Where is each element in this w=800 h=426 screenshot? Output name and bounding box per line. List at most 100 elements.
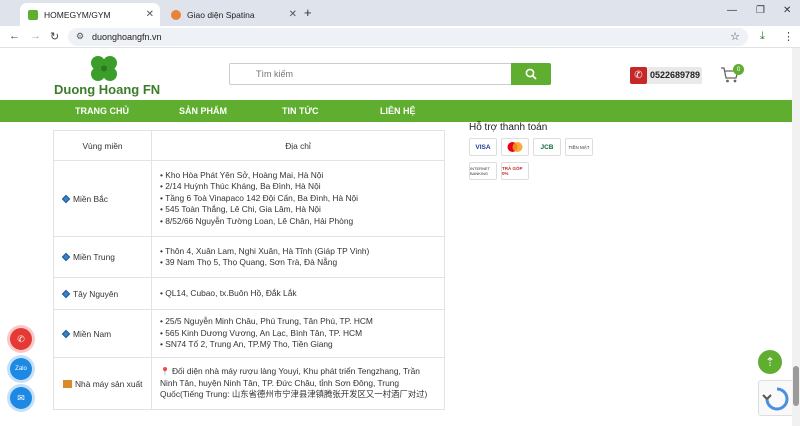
header-address: Địa chỉ xyxy=(151,130,445,161)
bookmark-star-icon[interactable]: ☆ xyxy=(730,30,740,43)
factory-address: Đối diện nhà máy rượu làng Youyi, Khu ph… xyxy=(160,366,428,400)
close-tab-icon[interactable]: ✕ xyxy=(146,9,154,20)
address-line: • 545 Toàn Thắng, Lê Chi, Gia Lâm, Hà Nộ… xyxy=(160,204,321,215)
url-field[interactable]: ⚙ duonghoangfn.vn ☆ xyxy=(68,28,748,46)
zalo-button[interactable]: Zalo xyxy=(10,358,32,380)
table-row: Tây Nguyên • QL14, Cubao, tx.Buôn Hồ, Đắ… xyxy=(53,277,445,310)
browser-tab-bar: HOMEGYM/GYM ✕ Giao diện Spatina ✕ + — ❐ … xyxy=(0,0,800,26)
site-info-icon[interactable]: ⚙ xyxy=(76,31,84,42)
table-row: Nhà máy sản xuất 📍 Đối diện nhà máy rượu … xyxy=(53,357,445,410)
address-line: • 8/52/66 Nguyễn Tường Loan, Lê Chân, Hả… xyxy=(160,215,354,226)
forward-icon[interactable]: → xyxy=(30,30,41,42)
region-name: Miền Bắc xyxy=(73,193,108,204)
tab-homegym[interactable]: HOMEGYM/GYM ✕ xyxy=(20,3,160,26)
address-cell: • Thôn 4, Xuân Lam, Nghi Xuân, Hà Tĩnh (… xyxy=(151,236,445,278)
call-button[interactable]: ✆ xyxy=(10,328,32,350)
installment-icon: TRẢ GÓP 0% xyxy=(501,162,529,180)
region-name: Miền Trung xyxy=(73,252,115,262)
browser-address-bar: ← → ↻ ⚙ duonghoangfn.vn ☆ ⤓ ⋮ xyxy=(0,26,800,48)
diamond-icon xyxy=(61,194,71,203)
search-button[interactable] xyxy=(511,63,551,85)
cash-icon: TIỀN MẶT xyxy=(565,138,593,156)
scroll-to-top-button[interactable]: ⇡ xyxy=(758,350,782,374)
regions-table: Vùng miền Địa chỉ Miền Bắc • Kho Hòa Phá… xyxy=(53,130,445,410)
search-input[interactable] xyxy=(229,63,512,85)
diamond-icon xyxy=(61,289,71,298)
menu-icon[interactable]: ⋮ xyxy=(783,30,794,43)
header-region: Vùng miền xyxy=(53,130,152,161)
diamond-icon xyxy=(61,329,71,338)
spatina-favicon-icon xyxy=(171,9,181,20)
region-cell: Nhà máy sản xuất xyxy=(53,357,152,410)
tab-spatina[interactable]: Giao diện Spatina ✕ xyxy=(163,3,303,26)
address-cell: • Kho Hòa Phát Yên Sở, Hoàng Mai, Hà Nội… xyxy=(151,160,445,237)
diamond-icon xyxy=(61,252,71,262)
url-text: duonghoangfn.vn xyxy=(92,32,162,42)
table-header-row: Vùng miền Địa chỉ xyxy=(53,130,445,161)
region-cell: Tây Nguyên xyxy=(53,277,152,310)
region-cell: Miền Trung xyxy=(53,236,152,278)
address-cell: • QL14, Cubao, tx.Buôn Hồ, Đắk Lắk xyxy=(151,277,445,310)
hotline-number: 0522689789 xyxy=(650,70,701,80)
address-line: • Tầng 6 Toà Vinapaco 142 Đội Cấn, Ba Đì… xyxy=(160,192,359,203)
minimize-icon[interactable]: — xyxy=(727,5,737,16)
phone-icon: ✆ xyxy=(17,333,25,344)
back-icon[interactable]: ← xyxy=(9,30,20,42)
table-row: Miền Bắc • Kho Hòa Phát Yên Sở, Hoàng Ma… xyxy=(53,160,445,237)
address-line: • 2/14 Huỳnh Thúc Kháng, Ba Đình, Hà Nội xyxy=(160,181,321,192)
maximize-icon[interactable]: ❐ xyxy=(756,5,765,16)
close-window-icon[interactable]: ✕ xyxy=(783,5,791,16)
download-icon[interactable]: ⤓ xyxy=(760,30,765,43)
address-line: • Kho Hòa Phát Yên Sở, Hoàng Mai, Hà Nội xyxy=(160,169,324,180)
factory-icon xyxy=(63,380,72,389)
tab-title: HOMEGYM/GYM xyxy=(44,9,111,20)
address-line: • 565 Kinh Dương Vương, An Lạc, Bình Tân… xyxy=(160,327,363,338)
nav-item-home[interactable]: TRANG CHỦ xyxy=(75,106,129,116)
region-name: Miền Nam xyxy=(73,328,112,339)
visa-icon: VISA xyxy=(469,138,497,156)
payment-support-title: Hỗ trợ thanh toán xyxy=(469,122,548,133)
table-row: Miền Trung • Thôn 4, Xuân Lam, Nghi Xuân… xyxy=(53,236,445,278)
mastercard-icon xyxy=(501,138,529,156)
tab-title: Giao diện Spatina xyxy=(187,9,255,20)
address-line: • Thôn 4, Xuân Lam, Nghi Xuân, Hà Tĩnh (… xyxy=(160,245,370,256)
recaptcha-icon xyxy=(762,387,789,411)
reload-icon[interactable]: ↻ xyxy=(50,30,59,43)
scrollbar-thumb[interactable] xyxy=(793,366,799,406)
main-nav: TRANG CHỦ SẢN PHẨM TIN TỨC LIÊN HỆ xyxy=(0,100,800,122)
close-tab-icon[interactable]: ✕ xyxy=(289,9,297,20)
clover-logo-icon[interactable] xyxy=(88,54,120,84)
messenger-icon: ✉ xyxy=(17,392,25,403)
address-cell: 📍 Đối diện nhà máy rượu làng Youyi, Khu p… xyxy=(151,357,445,410)
region-cell: Miền Nam xyxy=(53,309,152,358)
site-header: Duong Hoang FN ✆ 0522689789 0 xyxy=(0,48,800,100)
logo-text[interactable]: Duong Hoang FN xyxy=(54,82,160,97)
search-icon xyxy=(525,68,537,80)
arrow-up-icon: ⇡ xyxy=(764,355,776,369)
recaptcha-badge[interactable] xyxy=(758,380,794,416)
table-row: Miền Nam • 25/5 Nguyễn Minh Châu, Phú Tr… xyxy=(53,309,445,358)
address-line: 📍 Đối diện nhà máy rượu làng Youyi, Khu p… xyxy=(160,366,436,401)
pin-icon: 📍 xyxy=(160,367,170,377)
jcb-icon: JCB xyxy=(533,138,561,156)
internet-banking-icon: INTERNET BANKING xyxy=(469,162,497,180)
address-cell: • 25/5 Nguyễn Minh Châu, Phú Trung, Tân … xyxy=(151,309,445,358)
zalo-icon: Zalo xyxy=(15,366,27,372)
phone-icon: ✆ xyxy=(630,67,647,84)
payment-icons: VISA JCB TIỀN MẶT INTERNET BANKING TRẢ G… xyxy=(469,138,599,183)
address-line: • 25/5 Nguyễn Minh Châu, Phú Trung, Tân … xyxy=(160,316,373,327)
region-cell: Miền Bắc xyxy=(53,160,152,237)
nav-item-products[interactable]: SẢN PHẨM xyxy=(179,106,227,116)
new-tab-icon[interactable]: + xyxy=(304,5,312,20)
nav-item-news[interactable]: TIN TỨC xyxy=(282,106,318,116)
address-line: • QL14, Cubao, tx.Buôn Hồ, Đắk Lắk xyxy=(160,287,297,298)
nav-item-contact[interactable]: LIÊN HỆ xyxy=(380,106,416,116)
address-line: • SN74 Tổ 2, Trung An, TP.Mỹ Tho, Tiền G… xyxy=(160,339,333,350)
site-favicon-icon xyxy=(28,9,38,20)
region-name: Nhà máy sản xuất xyxy=(75,378,143,389)
messenger-button[interactable]: ✉ xyxy=(10,387,32,409)
region-name: Tây Nguyên xyxy=(73,288,119,299)
cart-count-badge: 0 xyxy=(733,64,744,75)
address-line: • 39 Nam Thọ 5, Thọ Quang, Sơn Trà, Đà N… xyxy=(160,257,338,267)
hotline[interactable]: ✆ 0522689789 xyxy=(630,67,702,84)
